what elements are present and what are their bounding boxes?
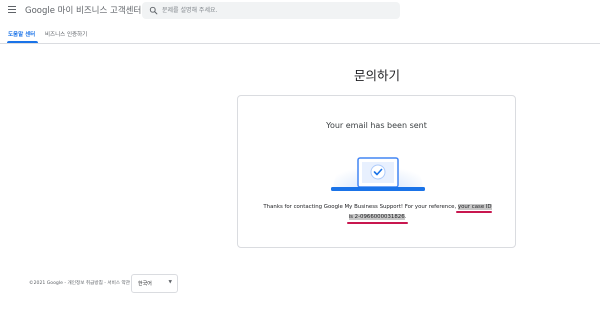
message-suffix: .	[404, 214, 407, 220]
annotation-underline	[347, 222, 408, 224]
active-tab-indicator	[7, 41, 38, 43]
search-input[interactable]	[162, 4, 392, 16]
top-app-bar: Google 마이 비즈니스 고객센터	[0, 0, 600, 24]
laptop-checkmark-icon	[331, 150, 425, 191]
tab-verify-business[interactable]: 비즈니스 인증하기	[45, 30, 87, 38]
case-id-label: your case ID	[457, 204, 492, 210]
language-label: 한국어	[138, 281, 152, 287]
hamburger-menu-icon[interactable]	[8, 6, 16, 14]
page-title: 문의하기	[353, 68, 400, 83]
dropdown-arrow-icon: ▼	[168, 280, 172, 285]
card-title: Your email has been sent	[326, 121, 427, 130]
confirmation-card: Your email has been sent Thanks for cont…	[237, 95, 516, 248]
tab-help-center[interactable]: 도움말 센터	[8, 30, 35, 38]
case-id-value: is 2-0966000031826	[348, 214, 405, 220]
app-title[interactable]: Google 마이 비즈니스 고객센터	[25, 4, 141, 16]
tab-bar: 도움말 센터 비즈니스 인증하기	[0, 24, 600, 44]
search-icon	[149, 6, 158, 15]
language-select[interactable]: 한국어 ▼	[131, 274, 178, 293]
search-box[interactable]	[142, 2, 400, 19]
footer-legal-text[interactable]: ©2021 Google - 개인정보 취급방침 - 서비스 약관	[29, 280, 130, 286]
annotation-underline	[456, 211, 492, 213]
message-text: Thanks for contacting Google My Business…	[263, 204, 457, 210]
